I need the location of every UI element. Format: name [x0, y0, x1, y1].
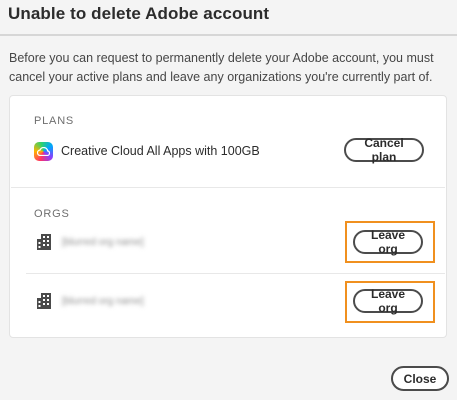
orgs-section-label: ORGS [34, 208, 70, 220]
org-name: [blurred org name] [62, 296, 144, 307]
org-row-divider [26, 273, 445, 274]
plan-name: Creative Cloud All Apps with 100GB [61, 144, 260, 158]
building-icon [37, 234, 51, 250]
leave-org-button[interactable]: Leave org [353, 228, 423, 256]
cancel-plan-button[interactable]: Cancel plan [344, 136, 424, 164]
accounts-card: PLANS Creative Cloud All Apps with 100GB… [9, 95, 447, 338]
building-icon [37, 293, 51, 309]
leave-org-button[interactable]: Leave org [353, 287, 423, 315]
section-divider [11, 187, 445, 188]
plans-section-label: PLANS [34, 115, 75, 127]
org-name: [blurred org name] [62, 237, 144, 248]
close-button[interactable]: Close [391, 366, 449, 391]
dialog-title: Unable to delete Adobe account [8, 4, 270, 23]
dialog-description: Before you can request to permanently de… [9, 51, 434, 84]
creative-cloud-icon [34, 142, 53, 161]
title-divider [0, 34, 457, 36]
